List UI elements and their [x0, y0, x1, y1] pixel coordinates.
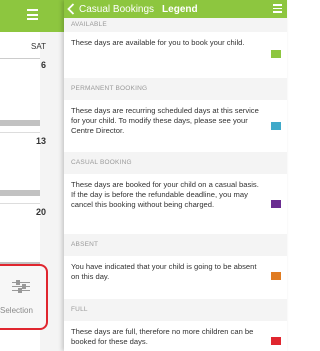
legend-section-title: CASUAL BOOKING — [64, 152, 287, 174]
color-swatch — [271, 50, 281, 58]
divider — [0, 203, 40, 204]
legend-item-full: FULL These days are full, therefore no m… — [64, 299, 287, 351]
selection-label: Selection — [0, 306, 33, 315]
chevron-left-icon[interactable] — [64, 0, 78, 18]
day-of-week-label: SAT — [31, 42, 46, 51]
page-title: Legend — [162, 3, 198, 15]
legend-description: These days are recurring scheduled days … — [71, 106, 259, 135]
legend-description: These days are full, therefore no more c… — [71, 327, 254, 346]
legend-section-title: AVAILABLE — [64, 18, 287, 32]
legend-section-title: FULL — [64, 299, 287, 321]
legend-header: Casual Bookings Legend — [64, 0, 287, 18]
legend-section-title: ABSENT — [64, 234, 287, 256]
divider — [0, 58, 40, 59]
menu-icon[interactable] — [27, 9, 38, 20]
menu-icon[interactable] — [273, 4, 282, 13]
legend-panel: Casual Bookings Legend AVAILABLE These d… — [64, 0, 287, 351]
color-swatch — [271, 272, 281, 280]
legend-section-title: PERMANENT BOOKING — [64, 78, 287, 100]
legend-item-available: AVAILABLE These days are available for y… — [64, 18, 287, 78]
legend-description: These days are available for you to book… — [71, 38, 245, 47]
legend-description: You have indicated that your child is go… — [71, 262, 257, 281]
background-calendar: SAT 6 13 20 Selection — [0, 0, 64, 351]
sliders-icon — [12, 280, 30, 298]
calendar-date[interactable]: 6 — [41, 60, 46, 70]
booking-bar[interactable] — [0, 190, 40, 196]
back-button[interactable]: Casual Bookings — [79, 4, 154, 15]
booking-bar[interactable] — [0, 120, 40, 126]
color-swatch — [271, 200, 281, 208]
color-swatch — [271, 122, 281, 130]
legend-item-permanent-booking: PERMANENT BOOKING These days are recurri… — [64, 78, 287, 152]
color-swatch — [271, 337, 281, 345]
legend-item-absent: ABSENT You have indicated that your chil… — [64, 234, 287, 299]
divider — [0, 132, 40, 133]
calendar-date[interactable]: 20 — [36, 207, 46, 217]
calendar-date[interactable]: 13 — [36, 136, 46, 146]
legend-item-casual-booking: CASUAL BOOKING These days are booked for… — [64, 152, 287, 234]
legend-description: These days are booked for your child on … — [71, 180, 259, 209]
